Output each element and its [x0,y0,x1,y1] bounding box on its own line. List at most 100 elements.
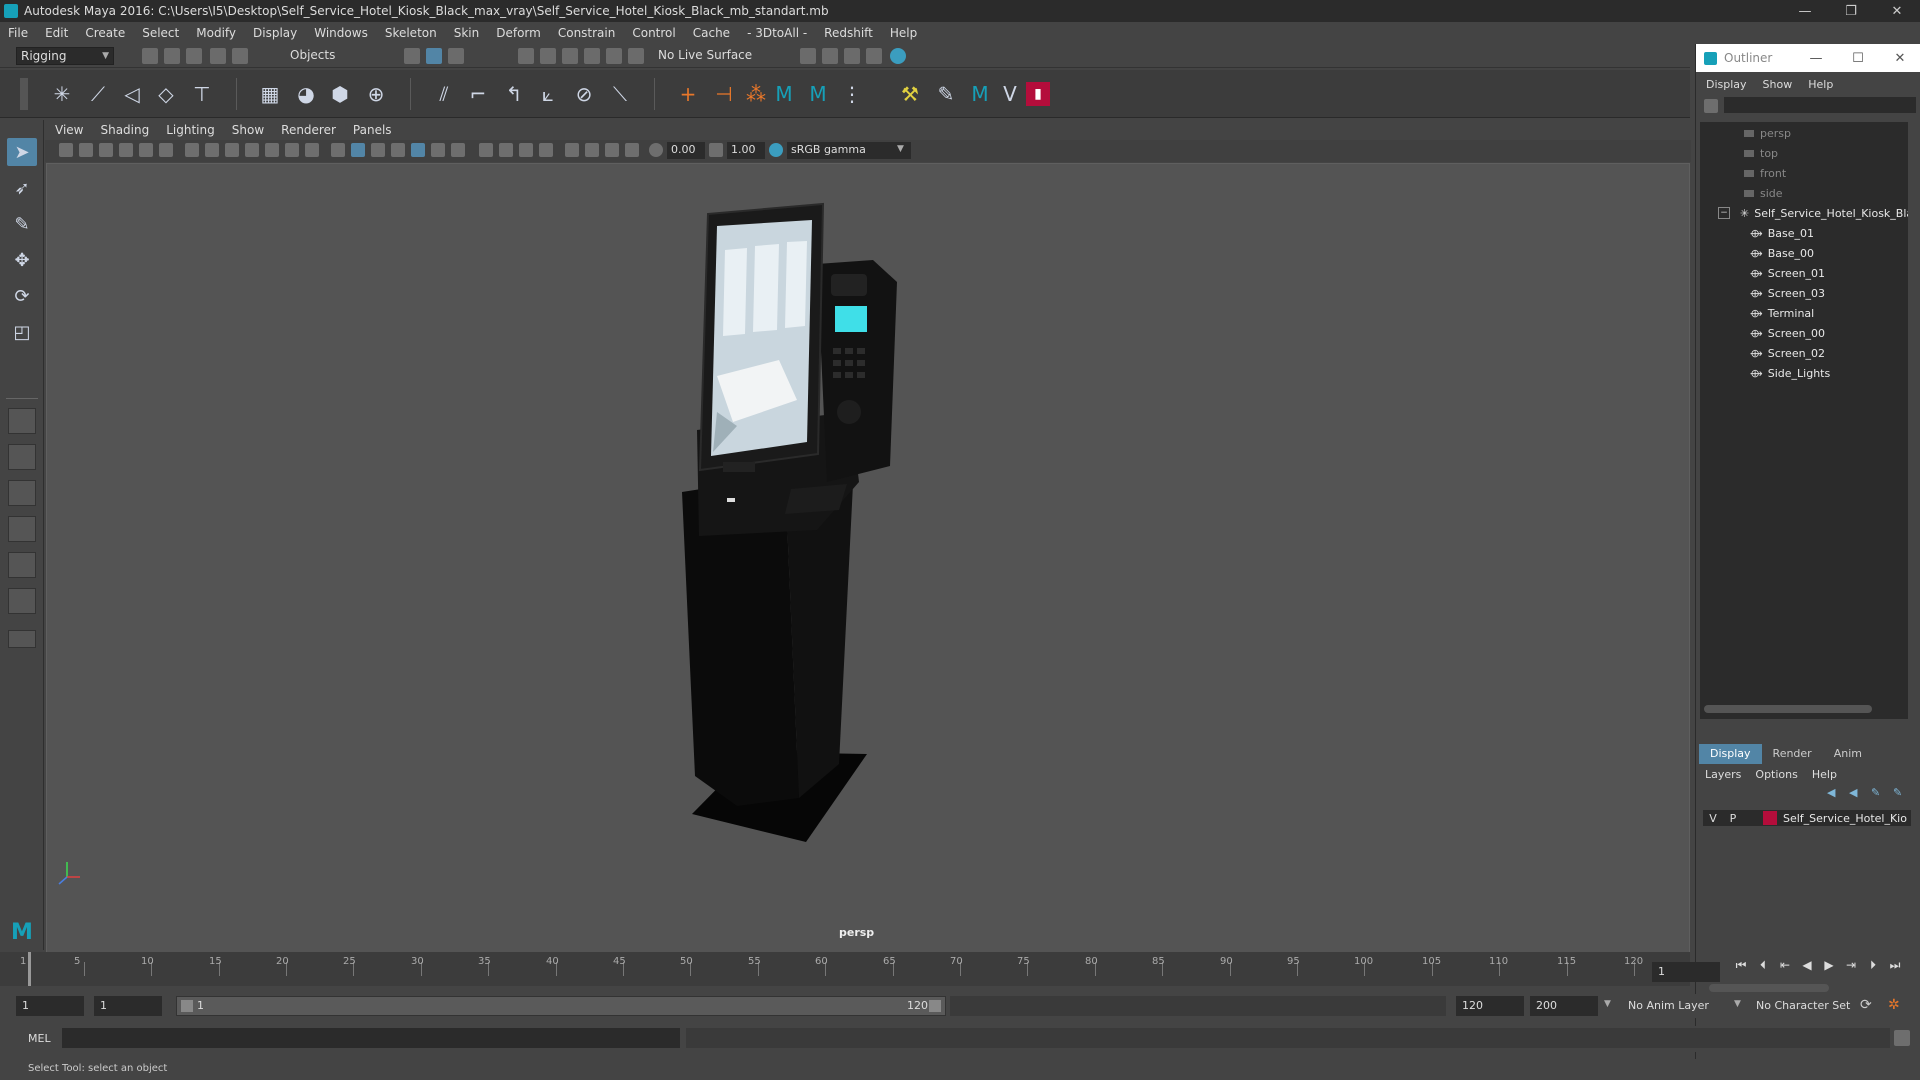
step-forward-frame-icon[interactable]: ⏵ [1862,954,1884,976]
3d-viewport[interactable]: persp [46,163,1690,953]
view-transform-dropdown[interactable]: sRGB gamma [787,142,911,159]
film-gate-icon[interactable] [205,143,219,157]
menu-create[interactable]: Create [85,26,125,40]
xray-icon[interactable] [479,143,493,157]
sculpt-deformer-icon[interactable]: ⊕ [364,82,388,106]
menu-display[interactable]: Display [253,26,297,40]
menu-windows[interactable]: Windows [314,26,368,40]
step-back-key-icon[interactable]: ⇤ [1774,954,1796,976]
xray-components-icon[interactable] [519,143,533,157]
menu-control[interactable]: Control [632,26,675,40]
panel-menu-panels[interactable]: Panels [353,123,392,137]
mirror-joint-icon[interactable]: ⊤ [190,82,214,106]
toolbox-collapse-button[interactable] [8,630,36,648]
select-hierarchy-icon[interactable] [404,48,420,64]
grid-icon[interactable] [185,143,199,157]
default-material-icon[interactable] [371,143,385,157]
list-item[interactable]: top [1744,144,1778,162]
shadows-icon[interactable] [451,143,465,157]
menu-skin[interactable]: Skin [454,26,480,40]
horizontal-scrollbar[interactable] [1709,984,1829,992]
hypershade-icon[interactable] [890,48,906,64]
list-item[interactable]: ⟴ Base_00 [1750,244,1814,262]
paint-select-icon[interactable]: ✎ [7,210,37,238]
edit-influences-icon[interactable]: ⊘ [572,82,596,106]
joint-tool-icon[interactable]: ✳ [50,82,74,106]
time-slider[interactable]: 1 5 10 15 20 25 30 35 40 45 50 55 60 65 70 75 80 85 90 95 10… [0,952,1690,986]
snap-live-icon[interactable] [606,48,622,64]
ipr-render-icon[interactable] [866,48,882,64]
menu-help[interactable]: Help [890,26,917,40]
range-end-handle[interactable] [929,1000,941,1012]
step-forward-key-icon[interactable]: ⇥ [1840,954,1862,976]
cluster-icon[interactable]: ◕ [294,82,318,106]
undo-icon[interactable] [210,48,226,64]
list-item[interactable]: side [1744,184,1783,202]
outliner-minimize-button[interactable]: — [1795,51,1837,66]
range-start-handle[interactable] [181,1000,193,1012]
insert-joint-icon[interactable]: ◇ [154,82,178,106]
outliner-maximize-button[interactable]: ☐ [1837,51,1879,66]
script-language-toggle[interactable]: MEL [28,1032,51,1045]
safe-title-icon[interactable] [305,143,319,157]
render-settings-icon[interactable] [800,48,816,64]
panel-menu-shading[interactable]: Shading [100,123,149,137]
selection-mode-label[interactable]: Objects [290,48,335,62]
panel-menu-renderer[interactable]: Renderer [281,123,336,137]
menu-constrain[interactable]: Constrain [558,26,616,40]
menu-cache[interactable]: Cache [693,26,730,40]
bookmark-icon[interactable] [99,143,113,157]
select-tool-icon[interactable]: ➤ [7,138,37,166]
isolate-select-icon[interactable] [539,143,553,157]
ambient-occlusion-icon[interactable] [565,143,579,157]
outliner-menu-help[interactable]: Help [1808,78,1833,91]
render-current-icon[interactable] [844,48,860,64]
custom-layout-button[interactable] [8,588,36,614]
move-tool-icon[interactable]: ✥ [7,246,37,274]
outliner-menu-display[interactable]: Display [1706,78,1747,91]
snap-view-plane-icon[interactable] [584,48,600,64]
menu-modify[interactable]: Modify [196,26,236,40]
command-input[interactable] [62,1028,680,1048]
ik-spline-icon[interactable]: ◁ [120,82,144,106]
safe-action-icon[interactable] [285,143,299,157]
detach-skin-icon[interactable]: ⟍ [608,82,632,106]
play-backwards-icon[interactable]: ◀ [1796,954,1818,976]
current-frame-field[interactable]: 1 [1652,962,1720,982]
new-scene-icon[interactable] [142,48,158,64]
animation-start-field[interactable]: 1 [16,996,84,1016]
list-item[interactable]: ⟴ Side_Lights [1750,364,1830,382]
wrench-icon[interactable]: ⚒ [898,82,922,106]
step-back-frame-icon[interactable]: ⏴ [1752,954,1774,976]
hik-icon[interactable]: M [806,82,830,106]
set-key-icon[interactable]: ⋮ [840,82,864,106]
grease-pencil-icon[interactable] [159,143,173,157]
go-to-start-icon[interactable]: ⏮ [1730,954,1752,976]
list-item[interactable]: front [1744,164,1786,182]
ik-handle-icon[interactable]: ⟋ [86,82,110,106]
character-icon[interactable]: M [772,82,796,106]
outliner-search-input[interactable] [1724,97,1916,113]
persp-graph-layout-button[interactable] [8,516,36,542]
list-item[interactable]: ⟴ Screen_03 [1750,284,1825,302]
redshift-icon[interactable]: ▮ [1026,82,1050,106]
playback-end-field[interactable]: 120 [1456,996,1524,1016]
save-scene-icon[interactable] [186,48,202,64]
snap-point-icon[interactable] [562,48,578,64]
layer-menu-layers[interactable]: Layers [1705,768,1741,781]
collapse-toggle-icon[interactable]: − [1718,207,1730,219]
persp-hypershade-layout-button[interactable] [8,552,36,578]
new-layer-selected-icon[interactable]: ✎ [1893,786,1909,800]
move-layer-up-icon[interactable]: ◀ [1827,786,1843,800]
play-forwards-icon[interactable]: ▶ [1818,954,1840,976]
layer-visibility-toggle[interactable]: V [1703,812,1723,825]
layer-menu-options[interactable]: Options [1755,768,1797,781]
outliner-menu-show[interactable]: Show [1763,78,1793,91]
minimize-button[interactable]: — [1782,0,1828,22]
menu-file[interactable]: File [8,26,28,40]
field-chart-icon[interactable] [265,143,279,157]
point-constraint-icon[interactable]: + [676,82,700,106]
render-view-icon[interactable] [822,48,838,64]
layer-row[interactable]: V P Self_Service_Hotel_Kio [1703,810,1911,826]
lasso-tool-icon[interactable]: ➶ [7,174,37,202]
